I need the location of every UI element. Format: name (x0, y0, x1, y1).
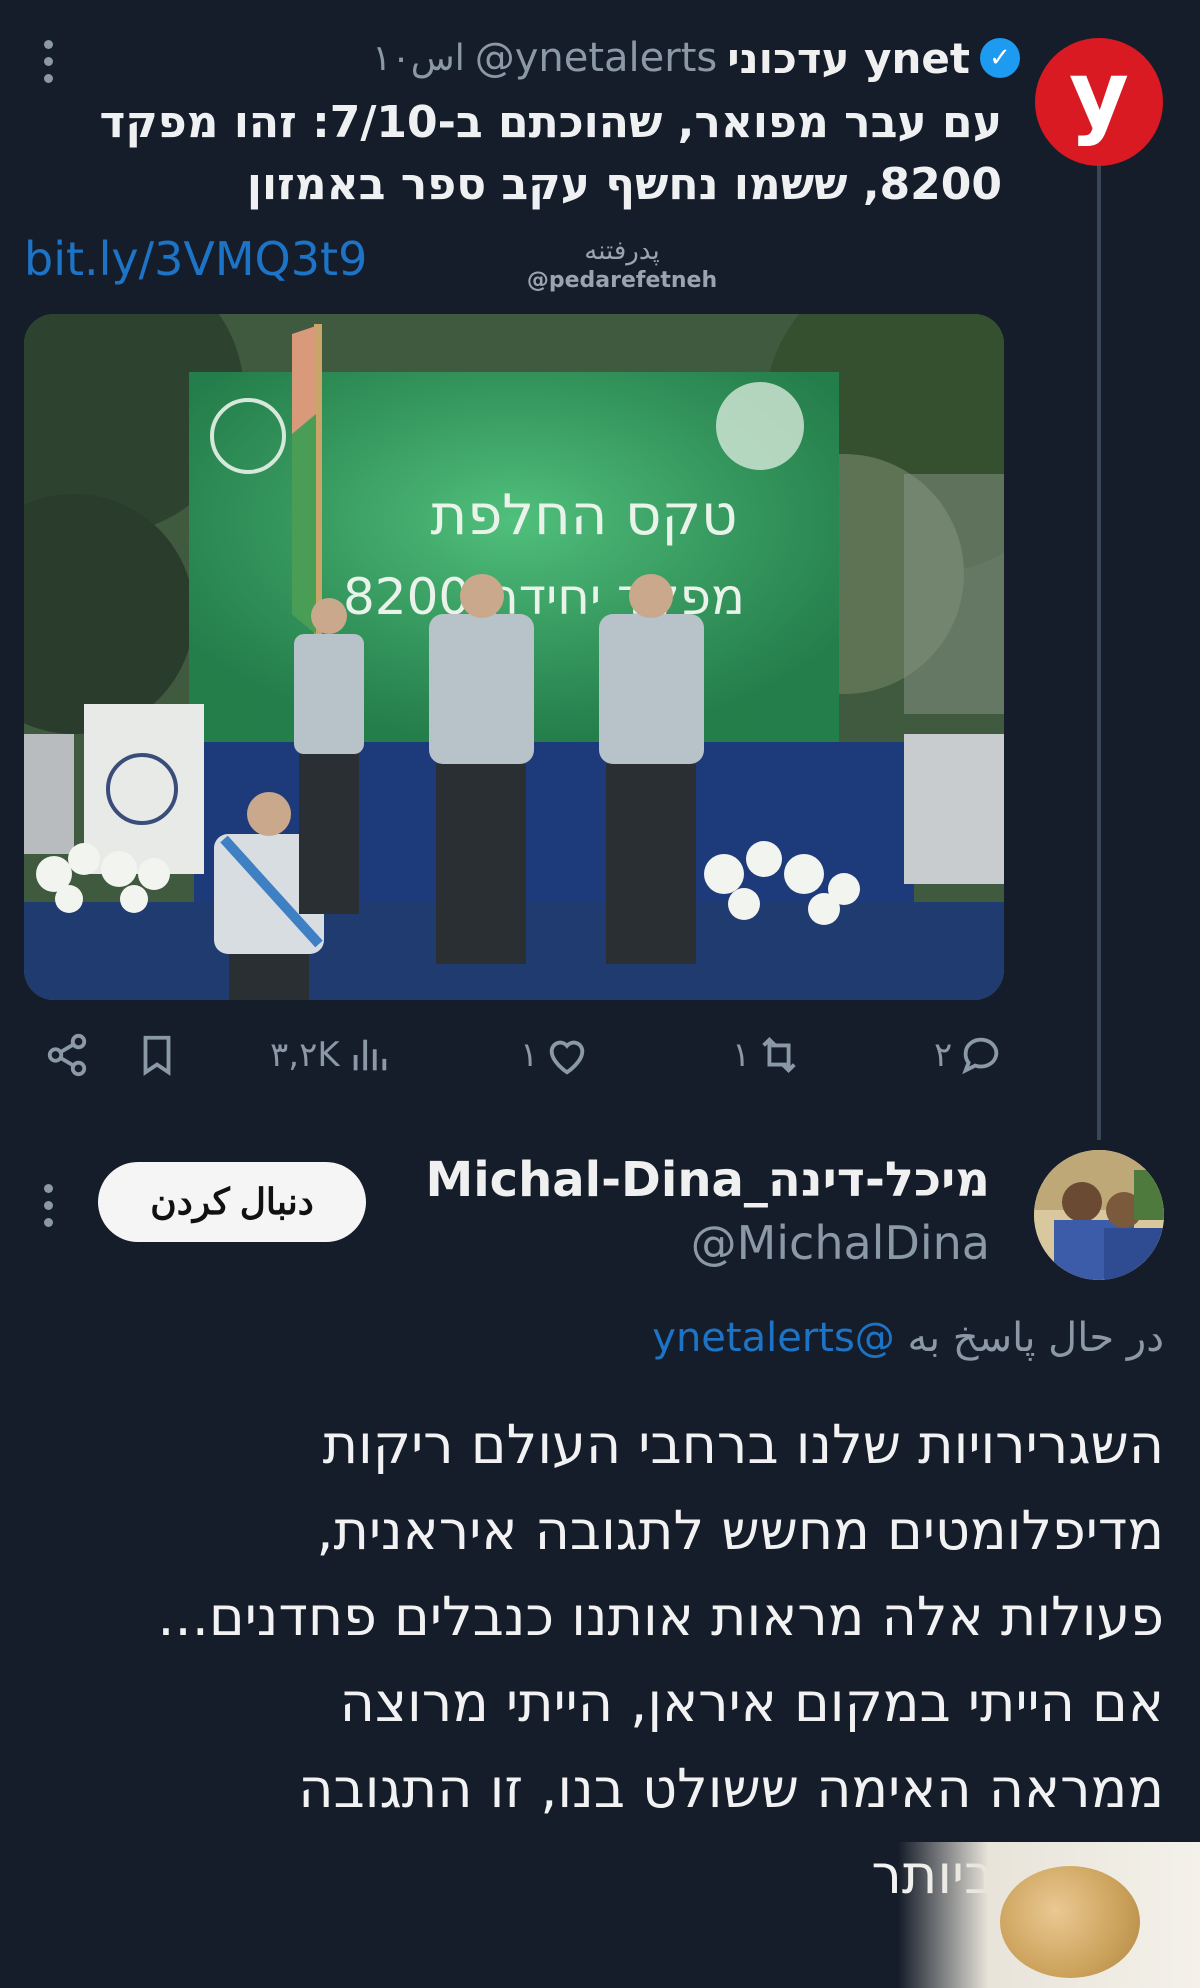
share-icon[interactable] (44, 1032, 90, 1078)
reply-button[interactable]: ۲ (934, 1032, 1004, 1078)
retweet-button[interactable]: ۱ (732, 1032, 802, 1078)
banner-title: טקס החלפת (431, 483, 738, 548)
retweet-count: ۱ (732, 1035, 751, 1075)
tweet-image[interactable]: טקס החלפת מפקד יחידה 8200 (24, 314, 1004, 1000)
tweet-text-line: מדיפלומטים מחשש לתגובה איראנית, (316, 1499, 1164, 1562)
views-icon (353, 1039, 386, 1071)
reply-prefix: در حال پاسخ به (907, 1315, 1164, 1361)
watermark-text: پدرفتنه (584, 236, 660, 266)
tweet-link[interactable]: bit.ly/3VMQ3t9 (24, 232, 367, 286)
reply-count: ۲ (934, 1035, 953, 1075)
tweet-text-line: השגרירויות שלנו ברחבי העולם ריקות (322, 1413, 1164, 1476)
reply-icon (962, 1037, 999, 1075)
avatar[interactable] (1034, 1150, 1164, 1280)
author-handle[interactable]: @ynetalerts (475, 35, 718, 81)
tweet-text-line: ממראה האימה ששולט בנו, זו התגובה (298, 1757, 1164, 1820)
more-icon[interactable] (42, 1184, 54, 1227)
tweet-text: השגרירויות שלנו ברחבי העולם ריקות מדיפלו… (34, 1402, 1164, 1918)
retweet-icon (762, 1036, 796, 1074)
tweet-text-line: 8200, ששמו נחשף עקב ספר באמזון (246, 159, 1002, 210)
tweet-actions: ۳,۲K ۱ ۱ ۲ (0, 1018, 1200, 1098)
like-icon (550, 1040, 585, 1075)
logo-emblem (1000, 1866, 1140, 1978)
author-name[interactable]: עדכוני ynet (727, 34, 970, 83)
bookmark-icon[interactable] (134, 1032, 180, 1078)
like-button[interactable]: ۱ (520, 1032, 590, 1078)
reply-mention[interactable]: @ynetalerts (652, 1315, 895, 1361)
tweet-text-line: אם הייתי במקום איראן, הייתי מרוצה (339, 1671, 1164, 1734)
views-count: ۳,۲K (270, 1035, 340, 1075)
thread-line (1097, 160, 1101, 1140)
avatar-letter: y (1069, 41, 1129, 148)
more-icon[interactable] (42, 40, 54, 83)
avatar[interactable]: y (1035, 38, 1163, 166)
watermark: پدرفتنه @pedarefetneh (516, 236, 728, 293)
replying-to: در حال پاسخ به @ynetalerts (652, 1315, 1164, 1361)
tweet-text: עם עבר מפואר, שהוכתם ב-7/10: זהו מפקד 82… (12, 92, 1002, 216)
views-button[interactable]: ۳,۲K (270, 1032, 392, 1078)
like-count: ۱ (520, 1035, 539, 1075)
tweet-header: ✓ עדכוני ynet @ynetalerts ۱۰اس (372, 30, 1020, 86)
tweet-time[interactable]: ۱۰اس (372, 38, 465, 79)
tweet-text-line: פעולות אלה מראות אותנו כנבלים פחדנים... (157, 1585, 1164, 1648)
watermark-handle: @pedarefetneh (526, 268, 718, 293)
author-name[interactable]: Michal-Dina_מיכל-דינה (425, 1152, 990, 1208)
follow-button[interactable]: دنبال کردن (98, 1162, 366, 1242)
tweet-text-line: עם עבר מפואר, שהוכתם ב-7/10: זהו מפקד (99, 97, 1002, 148)
verified-icon: ✓ (980, 38, 1020, 78)
author-handle[interactable]: @MichalDina (691, 1216, 990, 1270)
